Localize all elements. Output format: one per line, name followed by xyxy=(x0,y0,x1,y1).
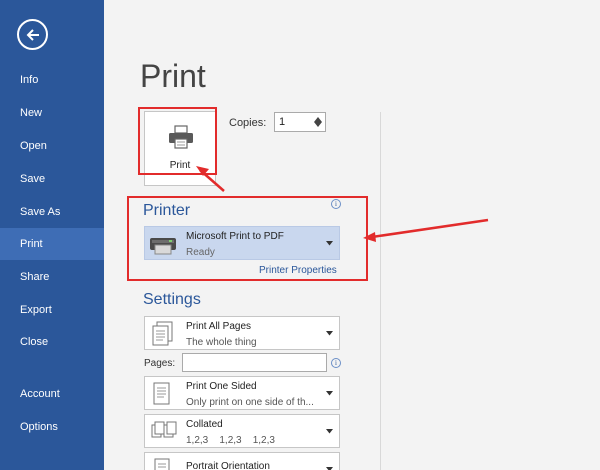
annotation-arrow-printer-head xyxy=(363,232,376,242)
annotation-arrows xyxy=(196,166,489,242)
annotation-arrow-print-head xyxy=(196,166,209,176)
annotation-arrow-printer-line xyxy=(371,218,489,239)
